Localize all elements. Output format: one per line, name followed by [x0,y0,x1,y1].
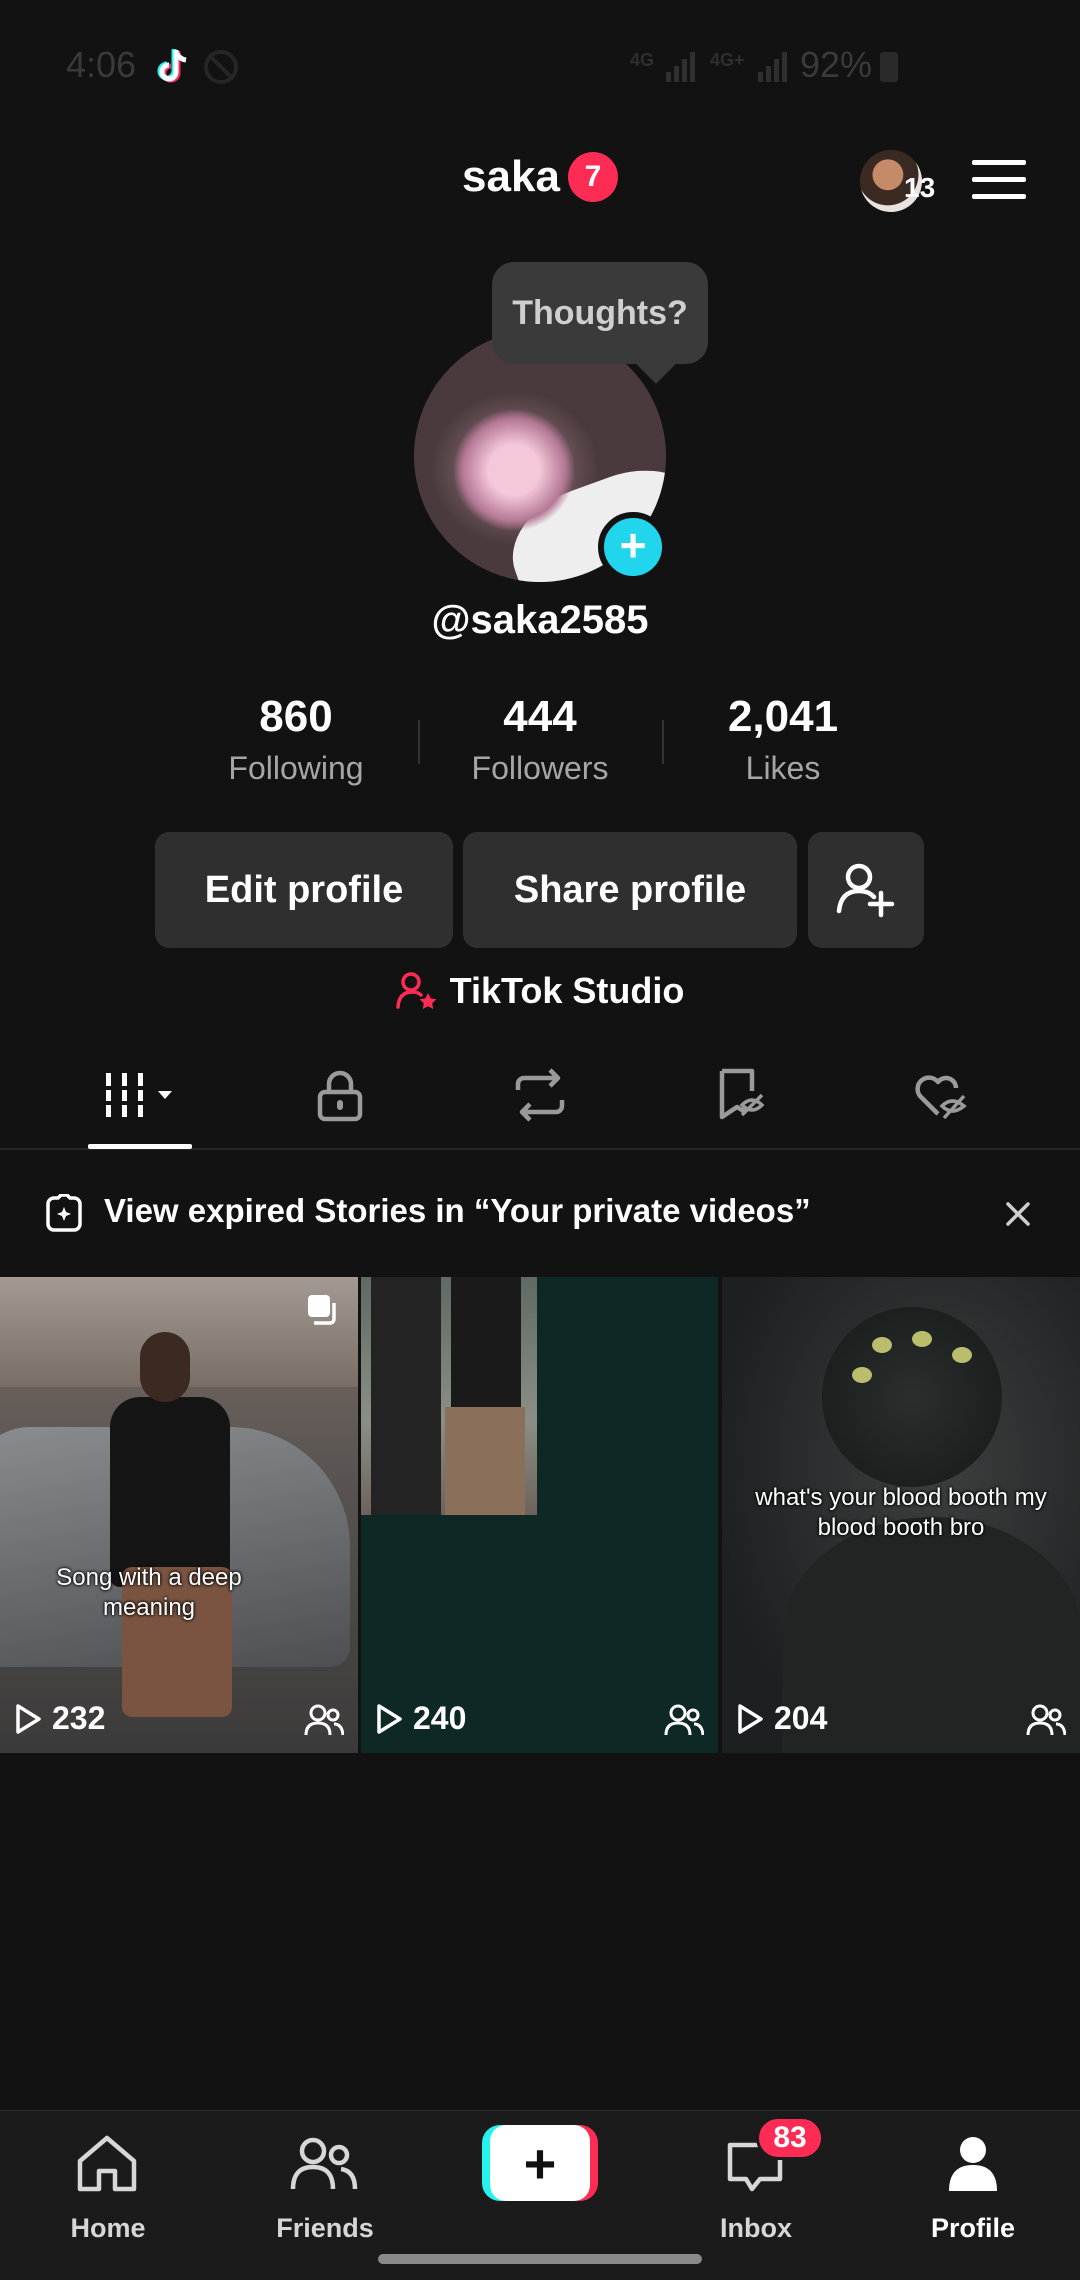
banner-text: View expired Stories in “Your private vi… [104,1192,811,1229]
content-tabs [0,1040,1080,1150]
network-4gplus-label: 4G+ [710,50,745,70]
tab-videos[interactable] [80,1040,200,1150]
notification-badge: 7 [567,152,618,202]
video-views: 232 [14,1700,105,1737]
play-icon [16,1703,41,1734]
stat-likes[interactable]: 2,041 Likes [663,692,903,787]
stat-label: Followers [471,750,609,786]
close-icon[interactable] [1000,1196,1036,1232]
nav-profile[interactable]: Profile [893,2129,1053,2243]
view-count: 232 [52,1700,106,1736]
stat-value: 444 [503,692,577,741]
add-user-icon [836,863,895,918]
view-count: 240 [413,1700,467,1736]
repost-icon [515,1068,565,1122]
plus-icon: + [619,519,647,571]
studio-label: TikTok Studio [449,970,685,1011]
bookmark-hidden-icon [719,1068,765,1120]
stat-value: 860 [259,692,333,741]
expired-stories-banner[interactable]: View expired Stories in “Your private vi… [0,1152,1080,1276]
plus-icon: + [490,2125,590,2201]
nav-label: Home [70,2213,146,2243]
profile-handle: @saka2585 [431,598,649,642]
stat-label: Following [228,750,364,786]
video-grid: Song with a deep meaning 232 240 what's … [0,1277,1080,1753]
battery-percent: 92% [800,44,873,85]
grid-icon [102,1073,172,1117]
tab-private[interactable] [280,1040,400,1150]
video-caption: Song with a deep meaning [56,1564,242,1621]
signal-icon-2 [758,52,787,82]
nav-label: Friends [276,2213,374,2243]
profile-screen: 4:06 4G 4G+ 92% saka 7 13 Thoughts? + @s… [0,0,1080,2280]
tab-liked[interactable] [880,1040,1000,1150]
lock-icon [317,1070,363,1122]
friends-icon [290,2137,358,2190]
friends-only-icon [664,1704,704,1736]
profile-stats: 860 Following 444 Followers 2,041 Likes [0,692,1080,802]
play-icon [377,1703,402,1734]
play-icon [738,1703,763,1734]
menu-icon[interactable] [972,160,1026,200]
heart-hidden-icon [915,1075,967,1120]
story-sparkle-icon [46,1194,82,1232]
dnd-icon [204,50,238,84]
tab-reposts[interactable] [480,1040,600,1150]
home-icon [77,2135,137,2192]
active-tab-indicator [88,1144,192,1149]
stat-value: 2,041 [727,692,839,741]
add-friend-button[interactable] [808,832,924,948]
tiktok-studio-link[interactable]: TikTok Studio [0,970,1080,1020]
studio-icon [395,972,437,1009]
nav-friends[interactable]: Friends [245,2129,405,2243]
tab-favorites[interactable] [680,1040,800,1150]
friends-only-icon [304,1704,344,1736]
header-username[interactable]: saka [462,152,560,202]
nav-home[interactable]: Home [28,2129,188,2243]
multi-clip-icon [308,1295,336,1325]
home-indicator[interactable] [378,2254,702,2264]
video-views: 204 [736,1700,827,1737]
view-count: 204 [774,1700,828,1736]
signal-icon [666,52,695,82]
battery-icon [880,52,898,82]
video-tile[interactable]: what's your blood booth my blood booth b… [722,1277,1080,1753]
video-caption: what's your blood booth my blood booth b… [755,1484,1047,1541]
nav-label: Inbox [720,2213,792,2243]
inbox-badge: 83 [756,2116,824,2160]
edit-profile-button[interactable]: Edit profile [155,832,453,948]
tiktok-icon [157,49,187,83]
video-views: 240 [375,1700,466,1737]
friends-only-icon [1026,1704,1066,1736]
status-bar: 4:06 4G 4G+ 92% [0,0,1080,130]
stat-label: Likes [745,750,821,786]
stat-followers[interactable]: 444 Followers [420,692,660,787]
network-4g-label: 4G [630,50,655,70]
friends-count: 13 [904,172,936,203]
stat-following[interactable]: 860 Following [176,692,416,787]
profile-icon [949,2137,997,2191]
status-time: 4:06 [66,44,137,85]
video-tile[interactable]: Song with a deep meaning 232 [0,1277,358,1753]
thoughts-bubble[interactable]: Thoughts? [492,262,708,364]
share-profile-button[interactable]: Share profile [463,832,797,948]
add-story-button[interactable]: + [598,512,668,582]
create-button[interactable]: + [482,2125,598,2201]
nav-label: Profile [930,2213,1016,2243]
video-tile[interactable]: 240 [361,1277,718,1753]
